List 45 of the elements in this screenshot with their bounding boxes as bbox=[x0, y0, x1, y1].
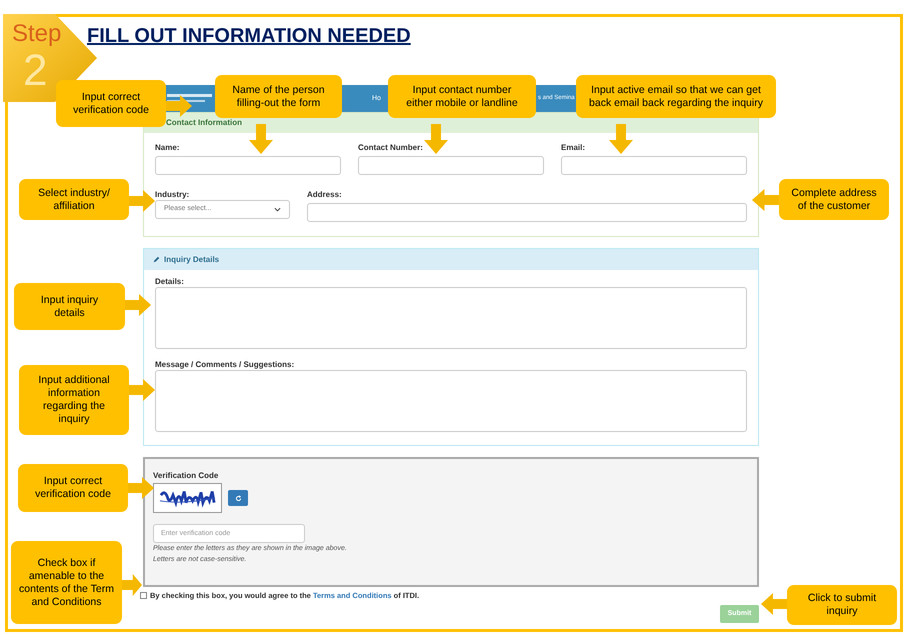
arrow-icon bbox=[166, 95, 192, 117]
chevron-down-icon bbox=[274, 207, 281, 212]
arrow-icon bbox=[122, 574, 142, 596]
arrow-icon bbox=[129, 379, 155, 401]
text-field[interactable] bbox=[155, 156, 341, 174]
agreement-checkbox[interactable] bbox=[140, 592, 147, 600]
callout-note: Click to submit inquiry bbox=[787, 585, 897, 625]
arrow-icon bbox=[249, 124, 273, 154]
callout-note: Input contact number either mobile or landline bbox=[388, 75, 536, 118]
step-word: Step bbox=[12, 22, 62, 46]
field-label: Address: bbox=[307, 190, 343, 199]
refresh-icon bbox=[234, 494, 242, 502]
field-label: Details: bbox=[155, 277, 185, 286]
callout-note: Input inquiry details bbox=[14, 283, 125, 330]
field-label: Name: bbox=[155, 143, 180, 152]
text-field[interactable] bbox=[358, 156, 544, 174]
callout-note: Complete address of the customer bbox=[779, 179, 889, 220]
callout-note: Check box if amenable to the contents of the Term and Conditions bbox=[11, 541, 122, 624]
text-area[interactable] bbox=[155, 287, 747, 349]
text-field[interactable] bbox=[307, 202, 747, 222]
step-number: 2 bbox=[23, 49, 48, 93]
page-title: FILL OUT INFORMATION NEEDED bbox=[87, 24, 411, 48]
arrow-icon bbox=[761, 593, 787, 615]
arrow-icon bbox=[128, 477, 154, 499]
arrow-icon bbox=[125, 294, 151, 316]
field-label: Verification Code bbox=[153, 471, 220, 480]
arrow-icon bbox=[752, 189, 779, 211]
callout-note: Input active email so that we can get back email back regarding the inquiry bbox=[576, 75, 776, 118]
arrow-icon bbox=[129, 190, 155, 212]
text-field[interactable] bbox=[561, 156, 747, 174]
refresh-button[interactable] bbox=[228, 490, 248, 506]
field-label: Message / Comments / Suggestions: bbox=[155, 360, 296, 369]
callout-note: Input additional information regarding the inquiry bbox=[19, 365, 129, 435]
callout-note: Input correct verification code bbox=[18, 464, 128, 512]
callout-note: Input correct verification code bbox=[56, 80, 166, 127]
arrow-icon bbox=[609, 124, 633, 154]
arrow-icon bbox=[424, 124, 448, 154]
field-label: Contact Number: bbox=[358, 143, 424, 152]
callout-note: Select industry/ affiliation bbox=[19, 179, 129, 220]
field-label: Industry: bbox=[155, 190, 190, 199]
field-label: Email: bbox=[561, 143, 586, 152]
panel-heading: Inquiry Details bbox=[164, 254, 220, 266]
callout-note: Name of the person filling-out the form bbox=[215, 75, 342, 118]
text-area[interactable] bbox=[155, 370, 747, 432]
pencil-icon bbox=[153, 256, 160, 263]
